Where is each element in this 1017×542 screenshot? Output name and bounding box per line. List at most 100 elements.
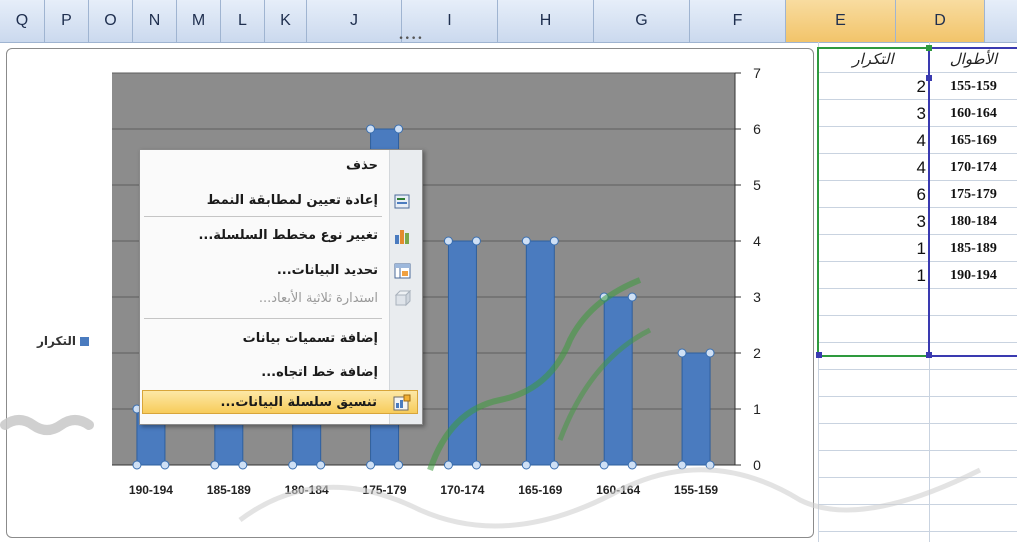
cell-length[interactable]: 155-159: [930, 74, 1017, 100]
x-tick-label: 155-159: [674, 483, 718, 497]
selection-handle-icon[interactable]: [549, 460, 559, 470]
bar-155-159[interactable]: [681, 352, 711, 466]
selection-handle-icon[interactable]: [549, 236, 559, 246]
column-header-bar: QPONMLKJIHGFED: [0, 0, 1017, 43]
selection-handle-icon[interactable]: [677, 348, 687, 358]
selection-handle-icon[interactable]: [599, 460, 609, 470]
menu-separator: [144, 318, 382, 319]
bar-165-169[interactable]: [525, 240, 555, 466]
menu-item[interactable]: حذف: [142, 154, 418, 178]
selection-handle-icon[interactable]: [471, 236, 481, 246]
selection-handle-icon[interactable]: [394, 460, 404, 470]
menu-item[interactable]: إضافة تسميات بيانات: [142, 327, 418, 351]
selection-handle-icon[interactable]: [627, 460, 637, 470]
reset-style-icon: [394, 192, 412, 210]
column-header-e[interactable]: E: [786, 0, 896, 42]
context-menu[interactable]: حذف إعادة تعيين لمطابقة النمط تغيير نوع مخ…: [139, 149, 423, 425]
cell-frequency[interactable]: 2: [818, 74, 928, 100]
x-tick-label: 180-184: [285, 483, 329, 497]
column-header-m[interactable]: M: [177, 0, 221, 42]
menu-separator: [144, 216, 382, 217]
column-header-d[interactable]: D: [896, 0, 985, 42]
cell-frequency[interactable]: 4: [818, 155, 928, 181]
menu-item[interactable]: تحديد البيانات...: [142, 259, 418, 283]
chart-legend[interactable]: التكرار: [37, 334, 89, 348]
selection-handle-icon[interactable]: [443, 460, 453, 470]
selection-handle-icon[interactable]: [160, 460, 170, 470]
selection-handle-icon[interactable]: [471, 460, 481, 470]
column-header-l[interactable]: L: [221, 0, 265, 42]
selection-handle-icon[interactable]: [627, 292, 637, 302]
header-cell-frequency[interactable]: التكرار: [818, 46, 928, 72]
row-gridline: [818, 477, 1017, 478]
column-header-o[interactable]: O: [89, 0, 133, 42]
menu-item-label: استدارة ثلاثية الأبعاد...: [258, 291, 378, 306]
bar-160-164[interactable]: [603, 296, 633, 466]
cell-frequency[interactable]: 1: [818, 236, 928, 262]
select-data-icon: [394, 262, 412, 280]
cell-length[interactable]: 185-189: [930, 236, 1017, 262]
column-header-g[interactable]: G: [594, 0, 690, 42]
column-header-k[interactable]: K: [265, 0, 307, 42]
selection-handle-icon[interactable]: [288, 460, 298, 470]
menu-item-label: تغيير نوع مخطط السلسلة...: [198, 228, 378, 243]
menu-item-label: تحديد البيانات...: [276, 263, 378, 278]
cell-frequency[interactable]: 3: [818, 209, 928, 235]
row-gridline: [818, 450, 1017, 451]
selection-handle-icon[interactable]: [238, 460, 248, 470]
row-gridline: [818, 342, 1017, 343]
header-cell-lengths[interactable]: الأطوال: [930, 46, 1017, 72]
cell-frequency[interactable]: 4: [818, 128, 928, 154]
selection-handle-icon[interactable]: [210, 460, 220, 470]
menu-item[interactable]: إضافة خط اتجاه...: [142, 361, 418, 385]
menu-item[interactable]: إعادة تعيين لمطابقة النمط: [142, 189, 418, 213]
cell-frequency[interactable]: 3: [818, 101, 928, 127]
y-tick-label: 4: [753, 233, 761, 249]
format-series-icon: [393, 394, 411, 412]
y-tick-label: 1: [753, 401, 761, 417]
selection-handle-icon[interactable]: [677, 460, 687, 470]
rotation-3d-icon: [394, 289, 412, 308]
selection-handle-icon[interactable]: [316, 460, 326, 470]
menu-item-label: إعادة تعيين لمطابقة النمط: [206, 193, 378, 208]
column-header-q[interactable]: Q: [0, 0, 45, 42]
column-header-f[interactable]: F: [690, 0, 786, 42]
row-gridline: [818, 396, 1017, 397]
menu-item[interactable]: تغيير نوع مخطط السلسلة...: [142, 224, 418, 248]
selection-handle-icon[interactable]: [366, 460, 376, 470]
selection-handle-icon[interactable]: [443, 236, 453, 246]
chart-resize-handle[interactable]: ••••: [398, 35, 424, 44]
x-tick-label: 190-194: [129, 483, 173, 497]
cell-length[interactable]: 175-179: [930, 182, 1017, 208]
selection-handle-icon[interactable]: [521, 236, 531, 246]
cell-frequency[interactable]: 1: [818, 263, 928, 289]
selection-handle-icon[interactable]: [705, 348, 715, 358]
cell-length[interactable]: 165-169: [930, 128, 1017, 154]
selection-handle-icon[interactable]: [599, 292, 609, 302]
chart-type-icon: [394, 227, 412, 245]
bar-170-174[interactable]: [447, 240, 477, 466]
menu-item[interactable]: استدارة ثلاثية الأبعاد...: [142, 287, 418, 311]
y-tick-label: 6: [753, 121, 761, 137]
selection-handle-icon[interactable]: [705, 460, 715, 470]
cell-length[interactable]: 160-164: [930, 101, 1017, 127]
selection-handle-icon[interactable]: [366, 124, 376, 134]
cell-length[interactable]: 190-194: [930, 263, 1017, 289]
x-tick-label: 160-164: [596, 483, 640, 497]
row-gridline: [818, 315, 1017, 316]
cell-length[interactable]: 170-174: [930, 155, 1017, 181]
row-gridline: [818, 504, 1017, 505]
menu-item[interactable]: تنسيق سلسلة البيانات...: [142, 390, 418, 414]
selection-handle-icon[interactable]: [521, 460, 531, 470]
column-header-p[interactable]: P: [45, 0, 89, 42]
x-tick-label: 185-189: [207, 483, 251, 497]
cell-frequency[interactable]: 6: [818, 182, 928, 208]
cell-length[interactable]: 180-184: [930, 209, 1017, 235]
column-header-h[interactable]: H: [498, 0, 594, 42]
selection-handle-icon[interactable]: [132, 460, 142, 470]
column-header-n[interactable]: N: [133, 0, 177, 42]
range-handle-icon[interactable]: [816, 352, 822, 358]
row-gridline: [818, 369, 1017, 370]
column-header-j[interactable]: J: [307, 0, 402, 42]
selection-handle-icon[interactable]: [394, 124, 404, 134]
